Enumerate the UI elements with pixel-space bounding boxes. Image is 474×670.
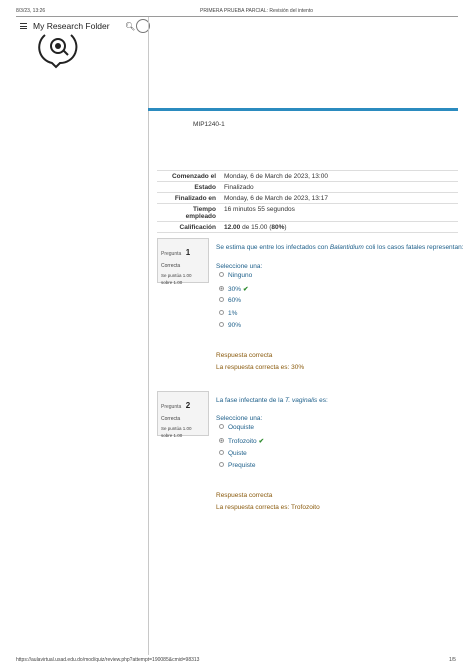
option-trofozoito[interactable]: Trofozoito ✔: [219, 437, 264, 445]
feedback-answer: La respuesta correcta es: 30%: [216, 364, 305, 371]
summary-row: Tiempo empleado 16 minutos 55 segundos: [157, 203, 458, 222]
option-quiste[interactable]: Quiste: [219, 450, 247, 457]
radio-selected-icon[interactable]: [219, 286, 224, 291]
hamburger-icon[interactable]: [20, 23, 27, 29]
question-mark: Se puntúa 1.00 sobre 1.00: [161, 425, 205, 439]
select-label: Seleccione una:: [216, 415, 263, 422]
option-label: Ninguno: [228, 272, 253, 279]
question-text-2: La fase infectante de la T. vaginalis es…: [216, 397, 328, 404]
question-number: 1: [185, 248, 191, 257]
summary-value: Finalizado: [220, 181, 458, 193]
question-text-italic: Balantidium: [329, 244, 364, 251]
question-info-2: Pregunta 2 Correcta Se puntúa 1.00 sobre …: [157, 391, 209, 439]
course-code: MIP1240-1: [193, 121, 225, 128]
option-label: 1%: [228, 310, 238, 317]
question-heading: Pregunta 1: [161, 242, 205, 260]
question-prefix: Pregunta: [161, 404, 182, 410]
radio-icon[interactable]: [219, 462, 224, 467]
header-divider: [16, 16, 458, 17]
option-90[interactable]: 90%: [219, 322, 241, 329]
question-info-1: Pregunta 1 Correcta Se puntúa 1.00 sobre …: [157, 238, 209, 286]
option-prequiste[interactable]: Prequiste: [219, 462, 255, 469]
grade-close: ): [284, 223, 287, 231]
option-label: 90%: [228, 322, 242, 329]
question-mark: Se puntúa 1.00 sobre 1.00: [161, 272, 205, 286]
accent-bar: [148, 108, 458, 111]
radio-icon[interactable]: [219, 322, 224, 327]
feedback-answer: La respuesta correcta es: Trofozoito: [216, 504, 320, 511]
option-60[interactable]: 60%: [219, 297, 241, 304]
summary-row: Calificación 12.00 de 15.00 (80%): [157, 221, 458, 233]
option-label: Quiste: [228, 450, 247, 457]
left-column-divider: [148, 17, 149, 655]
question-state: Correcta: [161, 263, 181, 269]
search-icon[interactable]: 🔍︎: [125, 22, 135, 31]
attempt-summary-table: Comenzado el Monday, 6 de March de 2023,…: [157, 170, 458, 233]
mark-line-2: sobre 1.00: [161, 433, 183, 438]
option-label: Prequiste: [228, 462, 256, 469]
select-label: Seleccione una:: [216, 263, 263, 270]
option-ninguno[interactable]: Ninguno: [219, 272, 252, 279]
question-text-1: Se estima que entre los infectados con B…: [216, 244, 464, 251]
question-number: 2: [185, 401, 191, 410]
question-heading: Pregunta 2: [161, 395, 205, 413]
question-prefix: Pregunta: [161, 251, 182, 257]
feedback-state: Respuesta correcta: [216, 492, 273, 499]
grade-score: 12.00: [224, 223, 241, 231]
mark-line-2: sobre 1.00: [161, 280, 183, 285]
radio-icon[interactable]: [219, 310, 224, 315]
page-number: 1/5: [449, 657, 456, 663]
question-text-after: coli los casos fatales representan:: [363, 244, 464, 251]
question-text-italic: T. vaginalis: [285, 397, 318, 404]
grade-value: 12.00 de 15.00 (80%): [220, 221, 458, 233]
summary-row: Finalizado en Monday, 6 de March de 2023…: [157, 192, 458, 204]
option-label: 30%: [228, 286, 242, 293]
summary-value: Monday, 6 de March de 2023, 13:17: [220, 192, 458, 204]
summary-value: 16 minutos 55 segundos: [220, 203, 458, 222]
question-text-after: es:: [317, 397, 328, 404]
mark-line-1: Se puntúa 1.00: [161, 426, 192, 431]
summary-value: Monday, 6 de March de 2023, 13:00: [220, 170, 458, 182]
check-icon: ✔: [243, 286, 249, 293]
question-state: Correcta: [161, 416, 181, 422]
summary-label: Estado: [157, 181, 220, 193]
option-30[interactable]: 30% ✔: [219, 285, 248, 293]
grade-label: Calificación: [157, 221, 220, 233]
summary-label: Finalizado en: [157, 192, 220, 204]
site-logo: [38, 34, 78, 69]
feedback-state: Respuesta correcta: [216, 352, 273, 359]
grade-total: de 15.00 (: [240, 223, 272, 231]
option-1[interactable]: 1%: [219, 310, 237, 317]
footer-url[interactable]: https://aulavirtual.usad.edu.do/mod/quiz…: [16, 657, 199, 663]
mark-line-1: Se puntúa 1.00: [161, 273, 192, 278]
option-label: Ooquiste: [228, 424, 255, 431]
radio-icon[interactable]: [219, 297, 224, 302]
print-date: 8/3/23, 13:26: [16, 8, 46, 14]
option-label: Trofozoito: [228, 438, 257, 445]
radio-icon[interactable]: [219, 450, 224, 455]
folder-title[interactable]: My Research Folder: [33, 21, 110, 31]
radio-icon[interactable]: [219, 272, 224, 277]
summary-row: Comenzado el Monday, 6 de March de 2023,…: [157, 170, 458, 182]
check-icon: ✔: [258, 438, 265, 445]
grade-percent: 80%: [271, 223, 285, 231]
option-label: 60%: [228, 297, 242, 304]
radio-icon[interactable]: [219, 424, 224, 429]
question-text-before: Se estima que entre los infectados con: [216, 244, 330, 251]
summary-label: Comenzado el: [157, 170, 220, 182]
radio-selected-icon[interactable]: [219, 438, 224, 443]
print-title: PRIMERA PRUEBA PARCIAL: Revisión del int…: [200, 8, 314, 14]
question-text-before: La fase infectante de la: [216, 397, 286, 404]
summary-label: Tiempo empleado: [157, 203, 220, 222]
summary-row: Estado Finalizado: [157, 181, 458, 193]
option-ooquiste[interactable]: Ooquiste: [219, 424, 254, 431]
